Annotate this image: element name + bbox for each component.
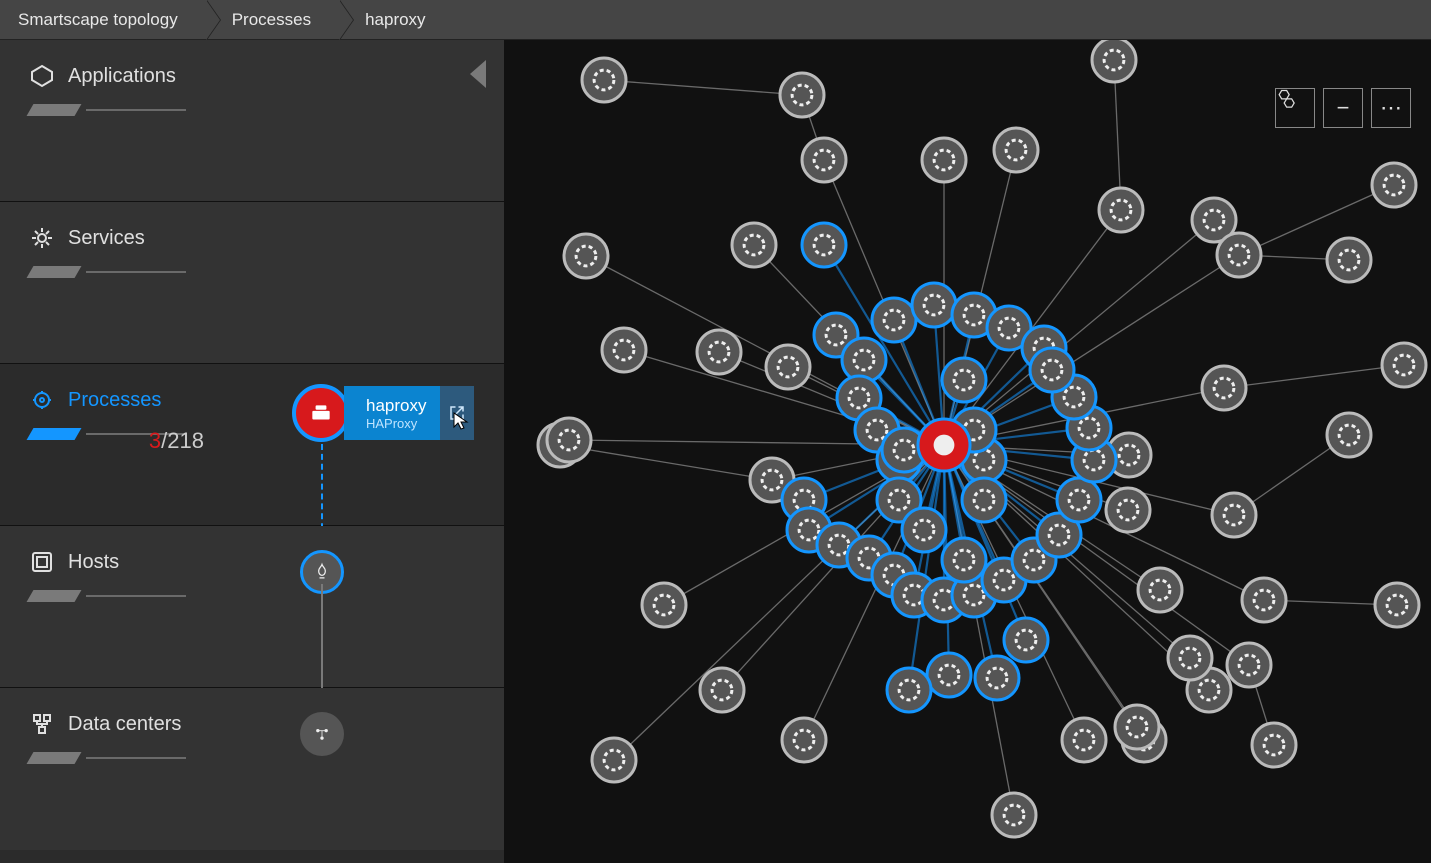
gear-icon (30, 226, 54, 250)
graph-node[interactable] (1057, 478, 1101, 522)
layer-label: Data centers (68, 713, 181, 736)
datacenter-node[interactable] (300, 712, 344, 756)
graph-node[interactable] (922, 138, 966, 182)
graph-node[interactable] (1327, 413, 1371, 457)
layer-processes[interactable]: Processes 3/218 haproxy HAProxy (0, 364, 504, 526)
graph-node[interactable] (887, 668, 931, 712)
edge (560, 445, 772, 480)
graph-node[interactable] (582, 58, 626, 102)
layer-label: Hosts (68, 551, 119, 574)
breadcrumb: Smartscape topology Processes haproxy (0, 0, 1431, 40)
host-icon (30, 550, 54, 574)
canvas-toolbar: − ⋯ (1275, 88, 1411, 128)
graph-node[interactable] (1217, 233, 1261, 277)
graph-node[interactable] (1062, 718, 1106, 762)
crumb-processes[interactable]: Processes (206, 0, 339, 39)
relation-line (321, 584, 323, 689)
graph-node[interactable] (1138, 568, 1182, 612)
process-icon (30, 388, 54, 412)
datacenter-icon (30, 712, 54, 736)
collapse-sidebar-icon[interactable] (470, 60, 486, 88)
zoom-out-button[interactable]: − (1323, 88, 1363, 128)
layer-label: Applications (68, 65, 176, 88)
honeycomb-view-button[interactable] (1275, 88, 1315, 128)
selected-title: haproxy (366, 396, 426, 416)
selected-subtitle: HAProxy (366, 416, 426, 431)
open-entity-button[interactable] (440, 386, 474, 440)
graph-node[interactable] (962, 478, 1006, 522)
graph-node[interactable] (912, 283, 956, 327)
graph-node[interactable] (802, 138, 846, 182)
graph-node[interactable] (1115, 705, 1159, 749)
layer-label: Processes (68, 389, 161, 412)
graph-node[interactable] (602, 328, 646, 372)
graph-node[interactable] (918, 419, 970, 471)
graph-node[interactable] (782, 718, 826, 762)
graph-node[interactable] (766, 345, 810, 389)
graph-node[interactable] (732, 223, 776, 267)
graph-node[interactable] (564, 234, 608, 278)
graph-node[interactable] (975, 656, 1019, 700)
graph-node[interactable] (1092, 40, 1136, 82)
crumb-haproxy[interactable]: haproxy (339, 0, 453, 39)
graph-node[interactable] (1382, 343, 1426, 387)
graph-node[interactable] (1375, 583, 1419, 627)
graph-node[interactable] (592, 738, 636, 782)
graph-node[interactable] (927, 653, 971, 697)
layer-datacenters[interactable]: Data centers (0, 688, 504, 850)
graph-node[interactable] (942, 358, 986, 402)
topology-sidebar: Applications Services Processes 3/218 (0, 40, 504, 863)
crumb-smartscape[interactable]: Smartscape topology (0, 0, 206, 39)
edge (1239, 185, 1394, 255)
layer-divider (30, 752, 190, 766)
graph-node[interactable] (1030, 348, 1074, 392)
graph-node[interactable] (1099, 188, 1143, 232)
layer-hosts[interactable]: Hosts (0, 526, 504, 688)
topology-graph[interactable] (504, 40, 1431, 863)
graph-node[interactable] (1327, 238, 1371, 282)
graph-node[interactable] (802, 223, 846, 267)
graph-node[interactable] (1168, 636, 1212, 680)
graph-node[interactable] (700, 668, 744, 712)
more-actions-button[interactable]: ⋯ (1371, 88, 1411, 128)
selected-entity[interactable]: haproxy HAProxy (292, 384, 474, 442)
graph-node[interactable] (1212, 493, 1256, 537)
graph-node[interactable] (1202, 366, 1246, 410)
graph-node[interactable] (1004, 618, 1048, 662)
layer-services[interactable]: Services (0, 202, 504, 364)
process-counts: 3/218 (149, 428, 204, 454)
graph-node[interactable] (992, 793, 1036, 837)
layer-applications[interactable]: Applications (0, 40, 504, 202)
layer-divider (30, 266, 190, 280)
layer-label: Services (68, 227, 145, 250)
graph-node[interactable] (1252, 723, 1296, 767)
stage: Applications Services Processes 3/218 (0, 40, 1431, 863)
process-count-bad: 3 (149, 428, 161, 453)
edge (604, 80, 802, 95)
graph-node[interactable] (642, 583, 686, 627)
topology-canvas[interactable]: − ⋯ (504, 40, 1431, 863)
graph-node[interactable] (780, 73, 824, 117)
graph-node[interactable] (1242, 578, 1286, 622)
graph-node[interactable] (1227, 643, 1271, 687)
graph-node[interactable] (547, 418, 591, 462)
graph-node[interactable] (942, 538, 986, 582)
process-count-total: /218 (161, 428, 204, 453)
graph-node[interactable] (1106, 488, 1150, 532)
selected-node-icon (292, 384, 350, 442)
graph-node[interactable] (994, 128, 1038, 172)
layer-divider (30, 590, 190, 604)
graph-node[interactable] (902, 508, 946, 552)
graph-node[interactable] (1372, 163, 1416, 207)
selected-label: haproxy HAProxy (344, 386, 440, 440)
graph-node[interactable] (697, 330, 741, 374)
hexagon-icon (30, 64, 54, 88)
edge (1224, 365, 1404, 388)
layer-divider (30, 104, 190, 118)
graph-node[interactable] (872, 298, 916, 342)
